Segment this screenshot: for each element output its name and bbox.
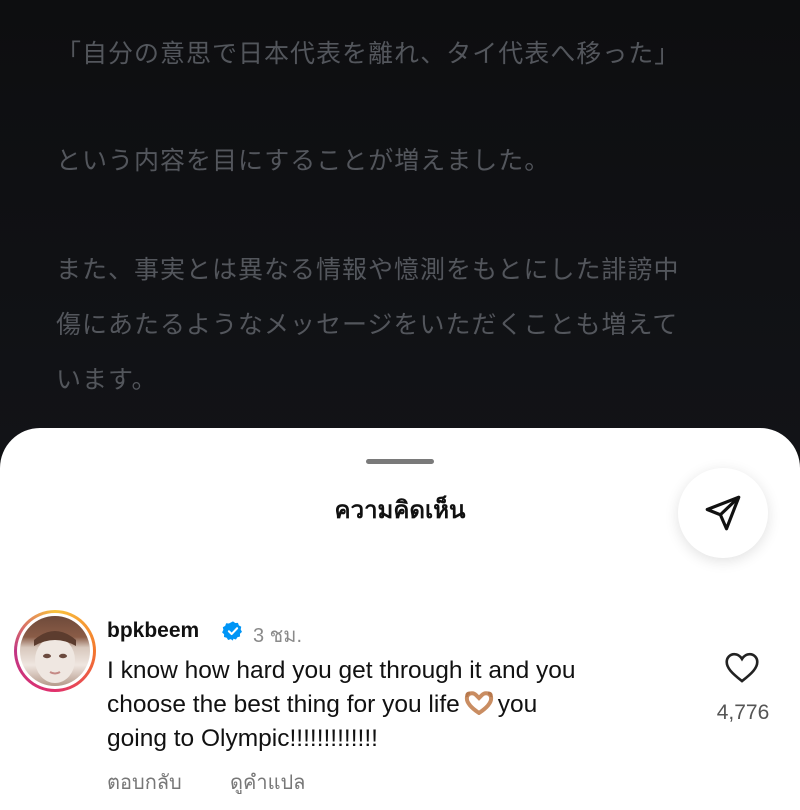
comments-sheet: ความคิดเห็น bpkbeem 3 ชม. I know how har… bbox=[0, 428, 800, 810]
comment-line: you bbox=[497, 691, 538, 718]
avatar[interactable] bbox=[14, 610, 96, 692]
comment-timestamp: 3 ชม. bbox=[253, 625, 302, 647]
translate-button[interactable]: ดูคำแปล bbox=[230, 766, 305, 798]
avatar-photo bbox=[20, 616, 90, 686]
like-count: 4,776 bbox=[716, 701, 770, 724]
send-icon bbox=[705, 495, 741, 531]
post-text-line: 傷にあたるようなメッセージをいただくことも増えて bbox=[56, 310, 679, 339]
comment-text: I know how hard you get through it and y… bbox=[107, 654, 687, 756]
heart-hands-emoji bbox=[464, 691, 493, 715]
post-text-line: また、事実とは異なる情報や憶測をもとにした誹謗中 bbox=[56, 255, 680, 284]
post-text-line: います。 bbox=[56, 365, 158, 394]
share-button[interactable] bbox=[678, 468, 768, 558]
heart-icon[interactable] bbox=[724, 652, 760, 684]
post-background: 「自分の意思で日本代表を離れ、タイ代表へ移った」 という内容を目にすることが増え… bbox=[0, 0, 800, 450]
comment-line: going to Olympic!!!!!!!!!!!!! bbox=[107, 725, 378, 752]
face-mask-image bbox=[34, 631, 76, 683]
sheet-grabber[interactable] bbox=[366, 459, 434, 464]
verified-badge-icon bbox=[222, 621, 242, 641]
comment-line: I know how hard you get through it and y… bbox=[107, 657, 576, 684]
reply-button[interactable]: ตอบกลับ bbox=[107, 766, 182, 798]
comment-line: choose the best thing for you life bbox=[107, 691, 460, 718]
comment-username[interactable]: bpkbeem bbox=[107, 619, 199, 643]
post-text-line: という内容を目にすることが増えました。 bbox=[56, 146, 551, 175]
post-text-line: 「自分の意思で日本代表を離れ、タイ代表へ移った」 bbox=[56, 39, 681, 68]
